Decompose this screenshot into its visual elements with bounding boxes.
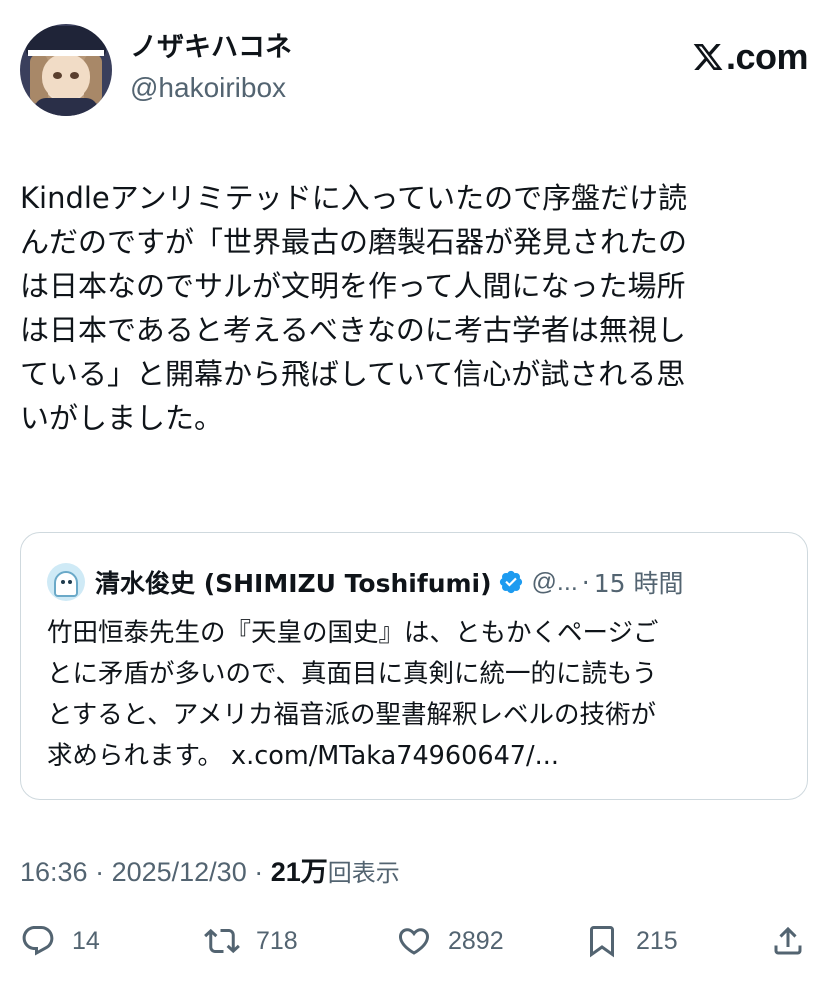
- quoted-line: 求められます。 x.com/MTaka74960647/...: [47, 741, 559, 771]
- tweet-date[interactable]: 2025/12/30: [112, 857, 247, 887]
- author-names: ノザキハコネ @hakoiribox: [130, 30, 292, 108]
- heart-icon: [398, 928, 430, 955]
- quoted-tweet-time: 15 時間: [593, 569, 684, 598]
- tweet-line: んだのですが「世界最古の磨製石器が発見されたの: [20, 225, 688, 259]
- x-com-brand: .com: [692, 36, 809, 78]
- action-bar: 14 718 2892 215: [20, 918, 810, 964]
- quoted-author-handle[interactable]: @...: [532, 568, 578, 597]
- meta-separator: ·: [246, 857, 271, 887]
- quoted-tweet-text: 竹田恒泰先生の『天皇の国史』は、ともかくページご とに矛盾が多いので、真面目に真…: [47, 613, 787, 777]
- meta-separator: ·: [581, 567, 590, 597]
- quoted-tweet-header: 清水俊史 (SHIMIZU Toshifumi) @... · 15 時間: [47, 563, 683, 601]
- x-logo-icon: [693, 44, 723, 70]
- tweet-line: は日本なのでサルが文明を作って人間になった場所: [20, 269, 686, 303]
- repost-button[interactable]: 718: [204, 918, 298, 964]
- bookmark-count: 215: [636, 926, 678, 955]
- like-count: 2892: [448, 926, 504, 955]
- quoted-line: とすると、アメリカ福音派の聖書解釈レベルの技術が: [47, 700, 656, 730]
- tweet-time[interactable]: 16:36: [20, 857, 88, 887]
- repost-count: 718: [256, 926, 298, 955]
- tweet-text: Kindleアンリミテッドに入っていたので序盤だけ読 んだのですが「世界最古の磨…: [20, 176, 800, 440]
- views-count: 21万: [270, 857, 328, 887]
- meta-separator: ·: [87, 857, 112, 887]
- like-button[interactable]: 2892: [396, 918, 504, 964]
- tweet-line: は日本であると考えるべきなのに考古学者は無視し: [20, 313, 686, 347]
- quoted-author-name[interactable]: 清水俊史 (SHIMIZU Toshifumi): [95, 564, 492, 600]
- quoted-author-avatar[interactable]: [47, 563, 85, 601]
- brand-label: .com: [725, 36, 809, 77]
- quoted-line: とに矛盾が多いので、真面目に真剣に統一的に読もう: [47, 659, 658, 689]
- author-display-name[interactable]: ノザキハコネ: [130, 30, 292, 66]
- reply-button[interactable]: 14: [20, 918, 100, 964]
- quoted-tweet-card[interactable]: 清水俊史 (SHIMIZU Toshifumi) @... · 15 時間 竹田…: [20, 532, 808, 800]
- reply-count: 14: [72, 926, 100, 955]
- tweet-header: ノザキハコネ @hakoiribox .com: [20, 22, 809, 122]
- bookmark-button[interactable]: 215: [584, 918, 678, 964]
- repost-icon: [204, 928, 240, 954]
- tweet-line: いがしました。: [20, 401, 224, 435]
- tweet-line: ている」と開幕から飛ばしていて信心が試される思: [20, 357, 686, 391]
- author-avatar[interactable]: [20, 24, 112, 116]
- share-button[interactable]: [770, 918, 806, 964]
- share-icon: [774, 926, 802, 955]
- reply-icon: [22, 926, 54, 956]
- bookmark-icon: [590, 926, 614, 958]
- views-label: 回表示: [327, 859, 400, 887]
- verified-badge-icon: [499, 570, 522, 594]
- quoted-line: 竹田恒泰先生の『天皇の国史』は、ともかくページご: [47, 618, 659, 648]
- tweet-timestamp: 16:36 · 2025/12/30 · 21万回表示: [20, 850, 400, 889]
- tweet-line: Kindleアンリミテッドに入っていたので序盤だけ読: [20, 181, 688, 215]
- author-handle[interactable]: @hakoiribox: [130, 68, 292, 108]
